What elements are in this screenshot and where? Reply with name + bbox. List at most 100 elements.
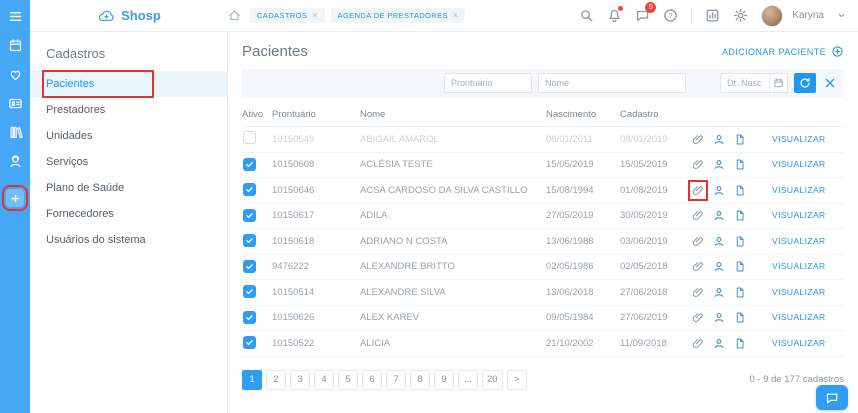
close-icon[interactable]: × (453, 11, 458, 20)
clear-filters-icon[interactable] (822, 75, 838, 91)
add-patient-label: ADICIONAR PACIENTE (721, 46, 826, 57)
page-button[interactable]: 8 (410, 369, 430, 390)
paperclip-icon[interactable] (692, 286, 704, 299)
page-button[interactable]: 20 (482, 369, 503, 390)
page-button[interactable]: 2 (266, 369, 286, 390)
page-button[interactable]: 4 (314, 369, 334, 390)
sidenav-item[interactable]: Pacientes (30, 70, 227, 98)
visualizar-link[interactable]: VISUALIZAR (772, 338, 826, 348)
paperclip-icon[interactable] (692, 133, 704, 146)
user-icon[interactable] (713, 209, 725, 222)
active-checkbox[interactable] (243, 336, 256, 350)
paperclip-icon[interactable] (692, 260, 704, 273)
visualizar-link[interactable]: VISUALIZAR (772, 210, 826, 220)
calendar-icon[interactable] (769, 74, 787, 92)
cell-prontuario: 10150626 (272, 312, 315, 324)
user-icon[interactable] (713, 260, 725, 273)
document-icon[interactable] (734, 158, 746, 171)
support-icon[interactable] (8, 154, 23, 169)
paperclip-icon[interactable] (692, 311, 704, 324)
visualizar-link[interactable]: VISUALIZAR (772, 287, 826, 297)
card-icon[interactable] (8, 96, 23, 111)
user-icon[interactable] (713, 158, 725, 171)
page-button[interactable]: ... (458, 369, 478, 390)
main-content: Pacientes ADICIONAR PACIENTE Ativo Pront… (228, 32, 858, 413)
active-checkbox[interactable] (243, 157, 256, 171)
refresh-button[interactable] (794, 73, 816, 93)
sidenav-item-label: Plano de Saúde (46, 182, 125, 194)
calendar-icon[interactable] (8, 38, 23, 53)
page-button[interactable]: > (506, 369, 527, 390)
library-icon[interactable] (8, 125, 23, 140)
active-checkbox[interactable] (243, 183, 256, 197)
user-icon[interactable] (713, 133, 725, 146)
chat-icon[interactable]: 9 (635, 2, 657, 23)
plus-icon[interactable] (2, 185, 28, 211)
nome-filter-input[interactable] (538, 73, 686, 93)
active-checkbox[interactable] (243, 310, 256, 324)
paperclip-icon[interactable] (688, 179, 708, 201)
cell-nome: ALEXANDRE BRITTO (360, 261, 455, 273)
visualizar-link[interactable]: VISUALIZAR (772, 134, 826, 144)
paperclip-icon[interactable] (692, 337, 704, 350)
user-name[interactable]: Karyna (792, 10, 824, 21)
page-button[interactable]: 7 (386, 369, 406, 390)
visualizar-link[interactable]: VISUALIZAR (772, 159, 826, 169)
home-icon[interactable] (228, 9, 241, 22)
prontuario-filter-input[interactable] (444, 73, 532, 93)
visualizar-link[interactable]: VISUALIZAR (772, 185, 826, 195)
chart-icon[interactable] (705, 8, 720, 23)
document-icon[interactable] (734, 184, 746, 197)
table-row: 9476222 ALEXANDRE BRITTO 02/05/1986 02/0… (242, 255, 844, 280)
active-checkbox[interactable] (243, 208, 256, 222)
page-button[interactable]: 6 (362, 369, 382, 390)
page-button[interactable]: 1 (242, 369, 262, 390)
paperclip-icon[interactable] (692, 235, 704, 248)
chevron-down-icon[interactable] (837, 11, 846, 20)
sidenav-item[interactable]: Fornecedores (30, 201, 227, 227)
bell-icon[interactable] (607, 6, 624, 23)
close-icon[interactable]: × (312, 11, 317, 20)
page-button[interactable]: 5 (338, 369, 358, 390)
cell-nascimento: 15/08/1994 (546, 184, 594, 196)
visualizar-link[interactable]: VISUALIZAR (772, 312, 826, 322)
paperclip-icon[interactable] (692, 209, 704, 222)
document-icon[interactable] (734, 209, 746, 222)
sidenav-item[interactable]: Usuários do sistema (30, 227, 227, 253)
search-icon[interactable] (579, 8, 594, 23)
sidenav-item[interactable]: Serviços (30, 149, 227, 175)
page-button[interactable]: 3 (290, 369, 310, 390)
active-checkbox[interactable] (243, 285, 256, 299)
add-patient-button[interactable]: ADICIONAR PACIENTE (722, 45, 844, 58)
user-icon[interactable] (713, 311, 725, 324)
sidenav-item[interactable]: Plano de Saúde (30, 175, 227, 201)
document-icon[interactable] (734, 235, 746, 248)
visualizar-link[interactable]: VISUALIZAR (772, 236, 826, 246)
user-icon[interactable] (713, 235, 725, 248)
heart-icon[interactable] (8, 67, 23, 82)
date-filter-input[interactable] (721, 74, 769, 92)
visualizar-link[interactable]: VISUALIZAR (772, 261, 826, 271)
document-icon[interactable] (734, 311, 746, 324)
user-icon[interactable] (713, 184, 725, 197)
document-icon[interactable] (734, 286, 746, 299)
menu-icon[interactable] (8, 9, 23, 24)
chat-fab-button[interactable] (816, 385, 848, 410)
help-icon[interactable]: ? (663, 8, 678, 23)
avatar[interactable] (761, 4, 784, 27)
breadcrumb-tab[interactable]: CADASTROS × (250, 8, 325, 23)
document-icon[interactable] (734, 337, 746, 350)
breadcrumb-tab[interactable]: AGENDA DE PRESTADORES × (330, 8, 466, 23)
paperclip-icon[interactable] (692, 158, 704, 171)
sidenav-item[interactable]: Unidades (30, 123, 227, 149)
user-icon[interactable] (713, 337, 725, 350)
active-checkbox[interactable] (243, 234, 256, 248)
document-icon[interactable] (734, 260, 746, 273)
sidenav-item[interactable]: Prestadores (30, 97, 227, 123)
page-button[interactable]: 9 (434, 369, 454, 390)
user-icon[interactable] (713, 286, 725, 299)
gear-icon[interactable] (733, 8, 748, 23)
active-checkbox[interactable] (243, 259, 256, 273)
document-icon[interactable] (734, 133, 746, 146)
active-checkbox[interactable] (243, 131, 256, 145)
